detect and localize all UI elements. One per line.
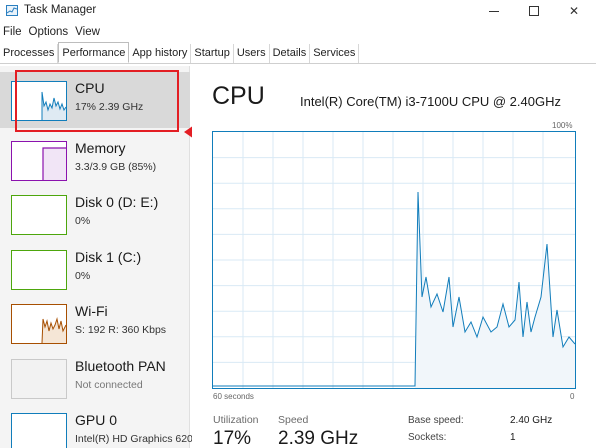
- tab-services[interactable]: Services: [310, 44, 360, 63]
- minimize-button[interactable]: [476, 0, 512, 22]
- sidebar-item-label: GPU 0: [75, 412, 118, 428]
- highlight-annotation: [15, 70, 179, 132]
- bluetooth-thumbnail: [11, 359, 67, 399]
- utilization-value: 17%: [213, 428, 252, 448]
- cpu-model: Intel(R) Core(TM) i3-7100U CPU @ 2.40GHz: [300, 94, 561, 109]
- tab-app-history[interactable]: App history: [129, 44, 192, 63]
- minimize-icon: [489, 10, 499, 12]
- sidebar-item-disk-0[interactable]: Disk 0 (D: E:) 0%: [0, 186, 190, 242]
- tab-processes[interactable]: Processes: [0, 44, 59, 63]
- base-speed-label: Base speed:: [408, 415, 464, 426]
- sidebar-item-wifi[interactable]: Wi-Fi S: 192 R: 360 Kbps: [0, 295, 190, 351]
- close-button[interactable]: ✕: [556, 0, 592, 22]
- graph-max-label: 100%: [552, 121, 573, 130]
- menu-options[interactable]: Options: [26, 24, 73, 42]
- sidebar-item-bluetooth-pan[interactable]: Bluetooth PAN Not connected: [0, 350, 190, 406]
- sidebar-item-disk-1[interactable]: Disk 1 (C:) 0%: [0, 241, 190, 297]
- menu-bar: File Options View: [0, 24, 104, 42]
- utilization-label: Utilization: [213, 414, 259, 426]
- graph-time-label: 60 seconds: [213, 392, 254, 401]
- page-title: CPU: [212, 82, 265, 110]
- disk1-thumbnail: [11, 250, 67, 290]
- sidebar-item-detail: 0%: [75, 215, 91, 227]
- base-speed-value: 2.40 GHz: [510, 415, 553, 426]
- menu-file[interactable]: File: [0, 24, 26, 42]
- maximize-icon: [529, 6, 539, 16]
- tab-users[interactable]: Users: [234, 44, 270, 63]
- memory-thumbnail: [11, 141, 67, 181]
- wifi-thumbnail: [11, 304, 67, 344]
- gpu-thumbnail: [11, 413, 67, 448]
- sockets-value: 1: [510, 432, 516, 443]
- title-bar: Task Manager ✕: [0, 0, 596, 22]
- disk0-thumbnail: [11, 195, 67, 235]
- tab-bar: Processes Performance App history Startu…: [0, 42, 596, 64]
- sidebar-item-memory[interactable]: Memory 3.3/3.9 GB (85%): [0, 132, 190, 188]
- sidebar-item-label: Bluetooth PAN: [75, 358, 166, 374]
- sidebar-item-label: Disk 1 (C:): [75, 249, 142, 265]
- sidebar-item-detail: 3.3/3.9 GB (85%): [75, 161, 157, 173]
- tab-performance[interactable]: Performance: [58, 42, 130, 63]
- speed-value: 2.39 GHz: [278, 428, 359, 448]
- sidebar-item-gpu-0[interactable]: GPU 0 Intel(R) HD Graphics 620: [0, 404, 193, 448]
- graph-min-label: 0: [570, 392, 575, 401]
- menu-view[interactable]: View: [72, 24, 104, 42]
- sidebar-item-detail: 0%: [75, 270, 91, 282]
- task-manager-icon: [6, 5, 18, 16]
- tab-details[interactable]: Details: [270, 44, 311, 63]
- speed-label: Speed: [278, 414, 309, 426]
- window-title: Task Manager: [24, 4, 97, 16]
- cpu-utilization-graph: [212, 131, 576, 389]
- close-icon: ✕: [568, 4, 580, 18]
- sidebar-item-label: Disk 0 (D: E:): [75, 194, 159, 210]
- sidebar-item-detail: Not connected: [75, 379, 143, 391]
- tab-startup[interactable]: Startup: [191, 44, 234, 63]
- sidebar-item-detail: Intel(R) HD Graphics 620: [75, 433, 193, 445]
- sidebar-item-detail: S: 192 R: 360 Kbps: [75, 324, 167, 336]
- sockets-label: Sockets:: [408, 432, 447, 443]
- sidebar-item-label: Wi-Fi: [75, 303, 108, 319]
- sidebar-item-label: Memory: [75, 140, 126, 156]
- maximize-button[interactable]: [516, 0, 552, 22]
